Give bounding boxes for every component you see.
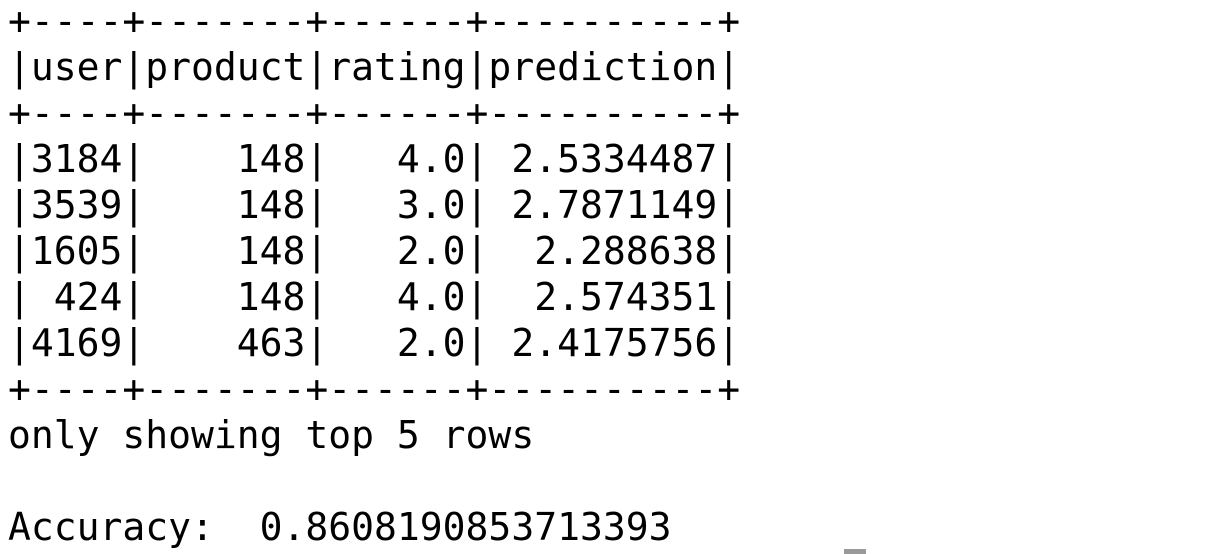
table-footer-note: only showing top 5 rows: [8, 413, 535, 457]
table-border-top: +----+-------+------+----------+: [8, 0, 741, 43]
terminal-cursor[interactable]: [844, 549, 866, 554]
table-header: |user|product|rating|prediction|: [8, 45, 741, 89]
table-border-bottom: +----+-------+------+----------+: [8, 367, 741, 411]
table-row: | 424| 148| 4.0| 2.574351|: [8, 275, 741, 319]
table-row: |3539| 148| 3.0| 2.7871149|: [8, 183, 741, 227]
accuracy-line: Accuracy: 0.8608190853713393: [8, 505, 672, 549]
table-row: |3184| 148| 4.0| 2.5334487|: [8, 137, 741, 181]
table-row: |1605| 148| 2.0| 2.288638|: [8, 229, 741, 273]
table-border-header: +----+-------+------+----------+: [8, 91, 741, 135]
terminal-output: +----+-------+------+----------+ |user|pr…: [8, 0, 740, 550]
table-row: |4169| 463| 2.0| 2.4175756|: [8, 321, 741, 365]
